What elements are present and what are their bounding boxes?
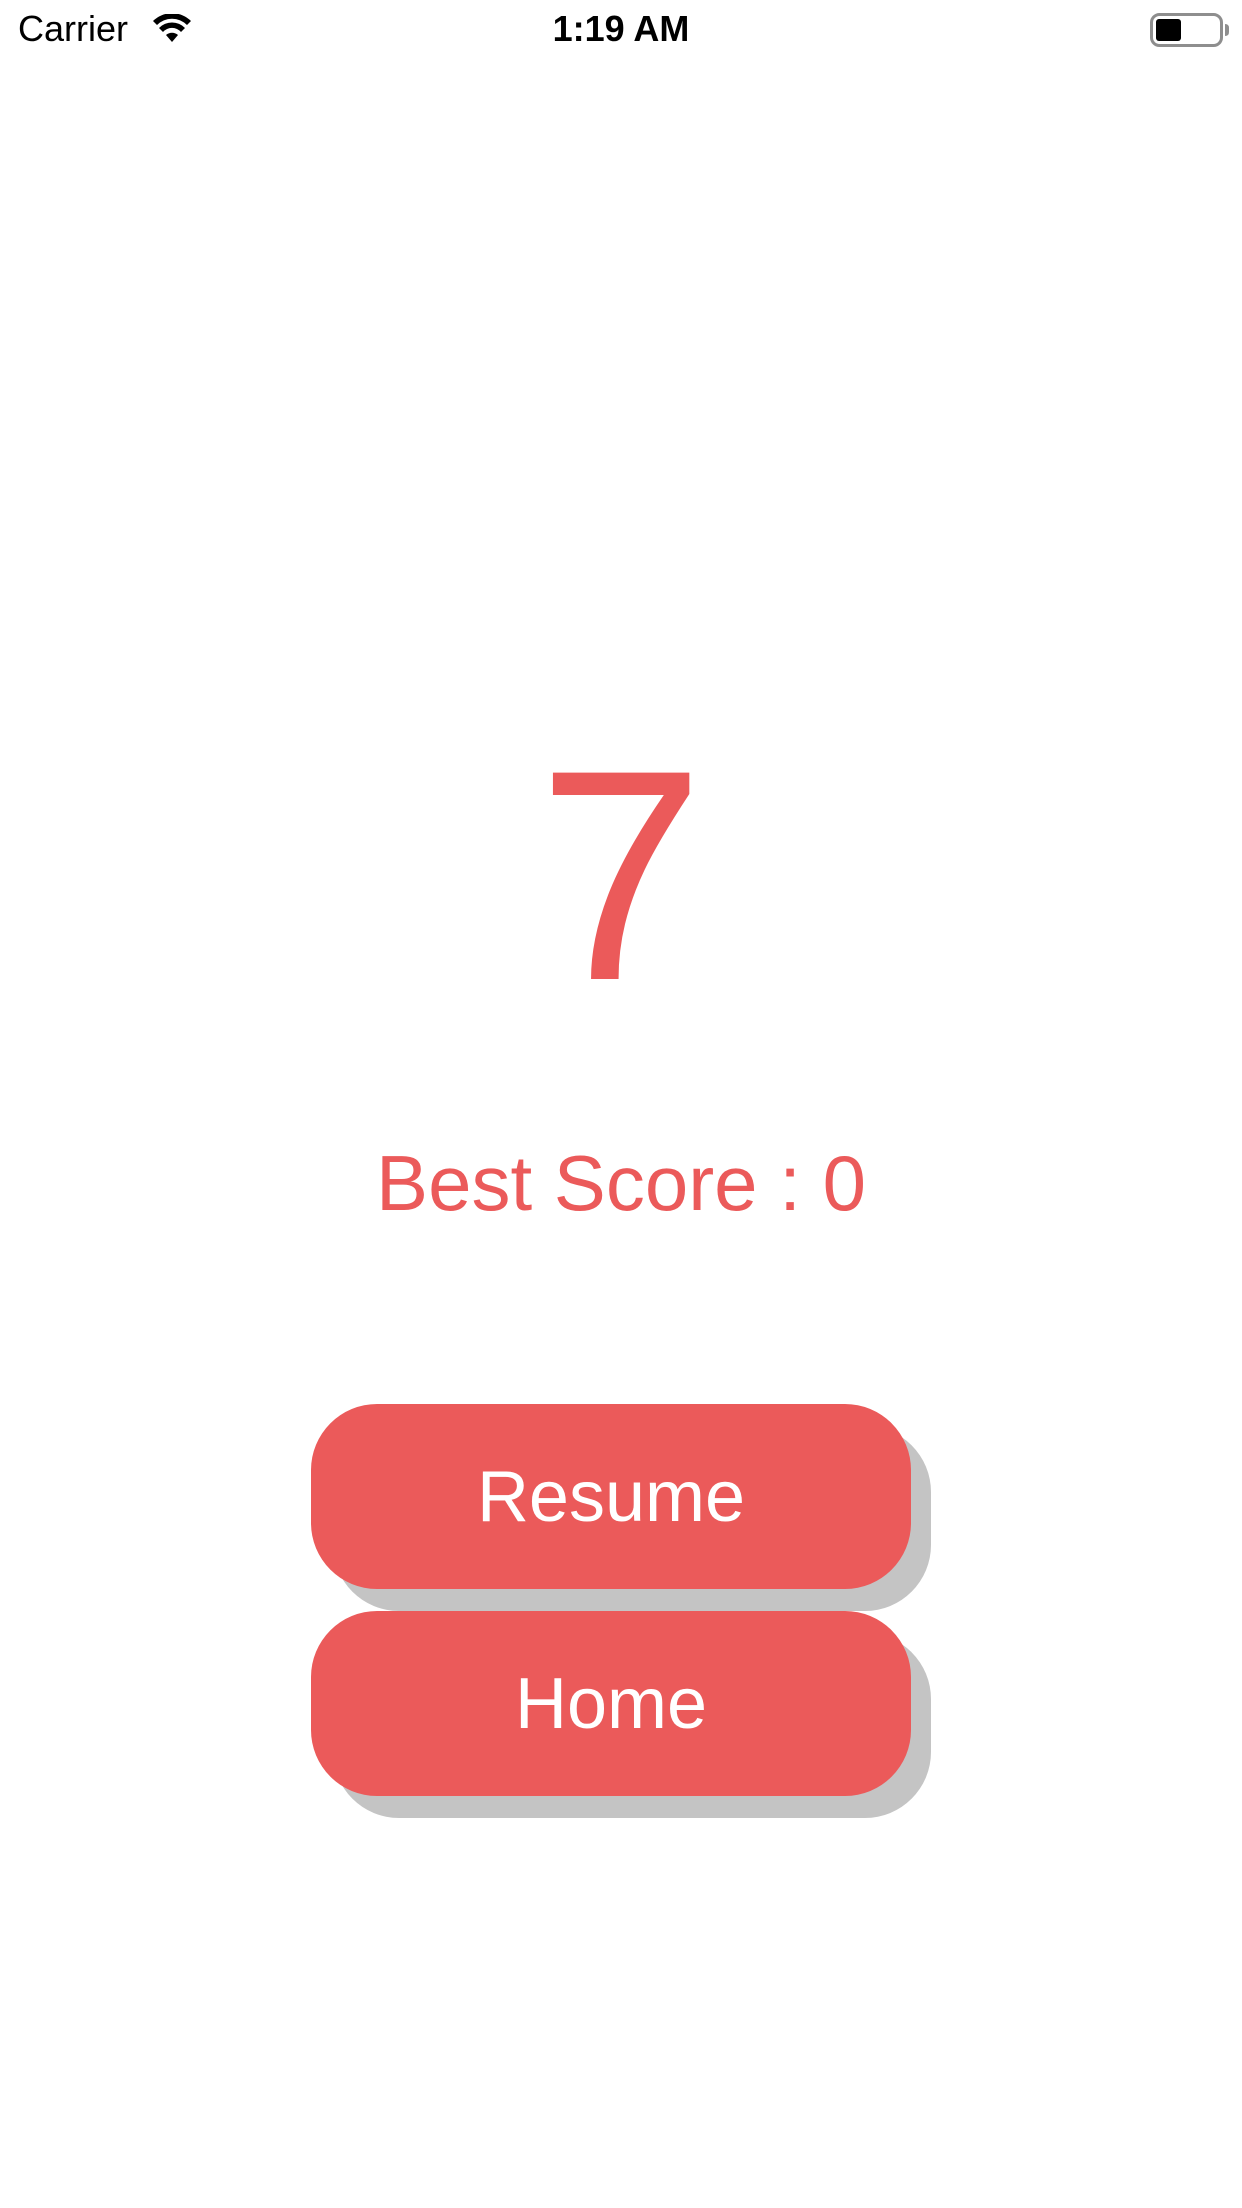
home-button-container: Home bbox=[311, 1611, 931, 1818]
battery-icon bbox=[1150, 13, 1230, 47]
pause-screen: Carrier 1:19 AM 7 Best Score : 0 Resume … bbox=[0, 0, 1242, 2208]
status-bar: Carrier 1:19 AM bbox=[0, 0, 1242, 60]
home-button[interactable]: Home bbox=[311, 1611, 911, 1796]
best-score-label: Best Score : 0 bbox=[376, 1139, 866, 1227]
resume-button-container: Resume bbox=[311, 1404, 931, 1611]
resume-button[interactable]: Resume bbox=[311, 1404, 911, 1589]
current-score: 7 bbox=[537, 707, 705, 1043]
status-clock: 1:19 AM bbox=[552, 8, 690, 49]
